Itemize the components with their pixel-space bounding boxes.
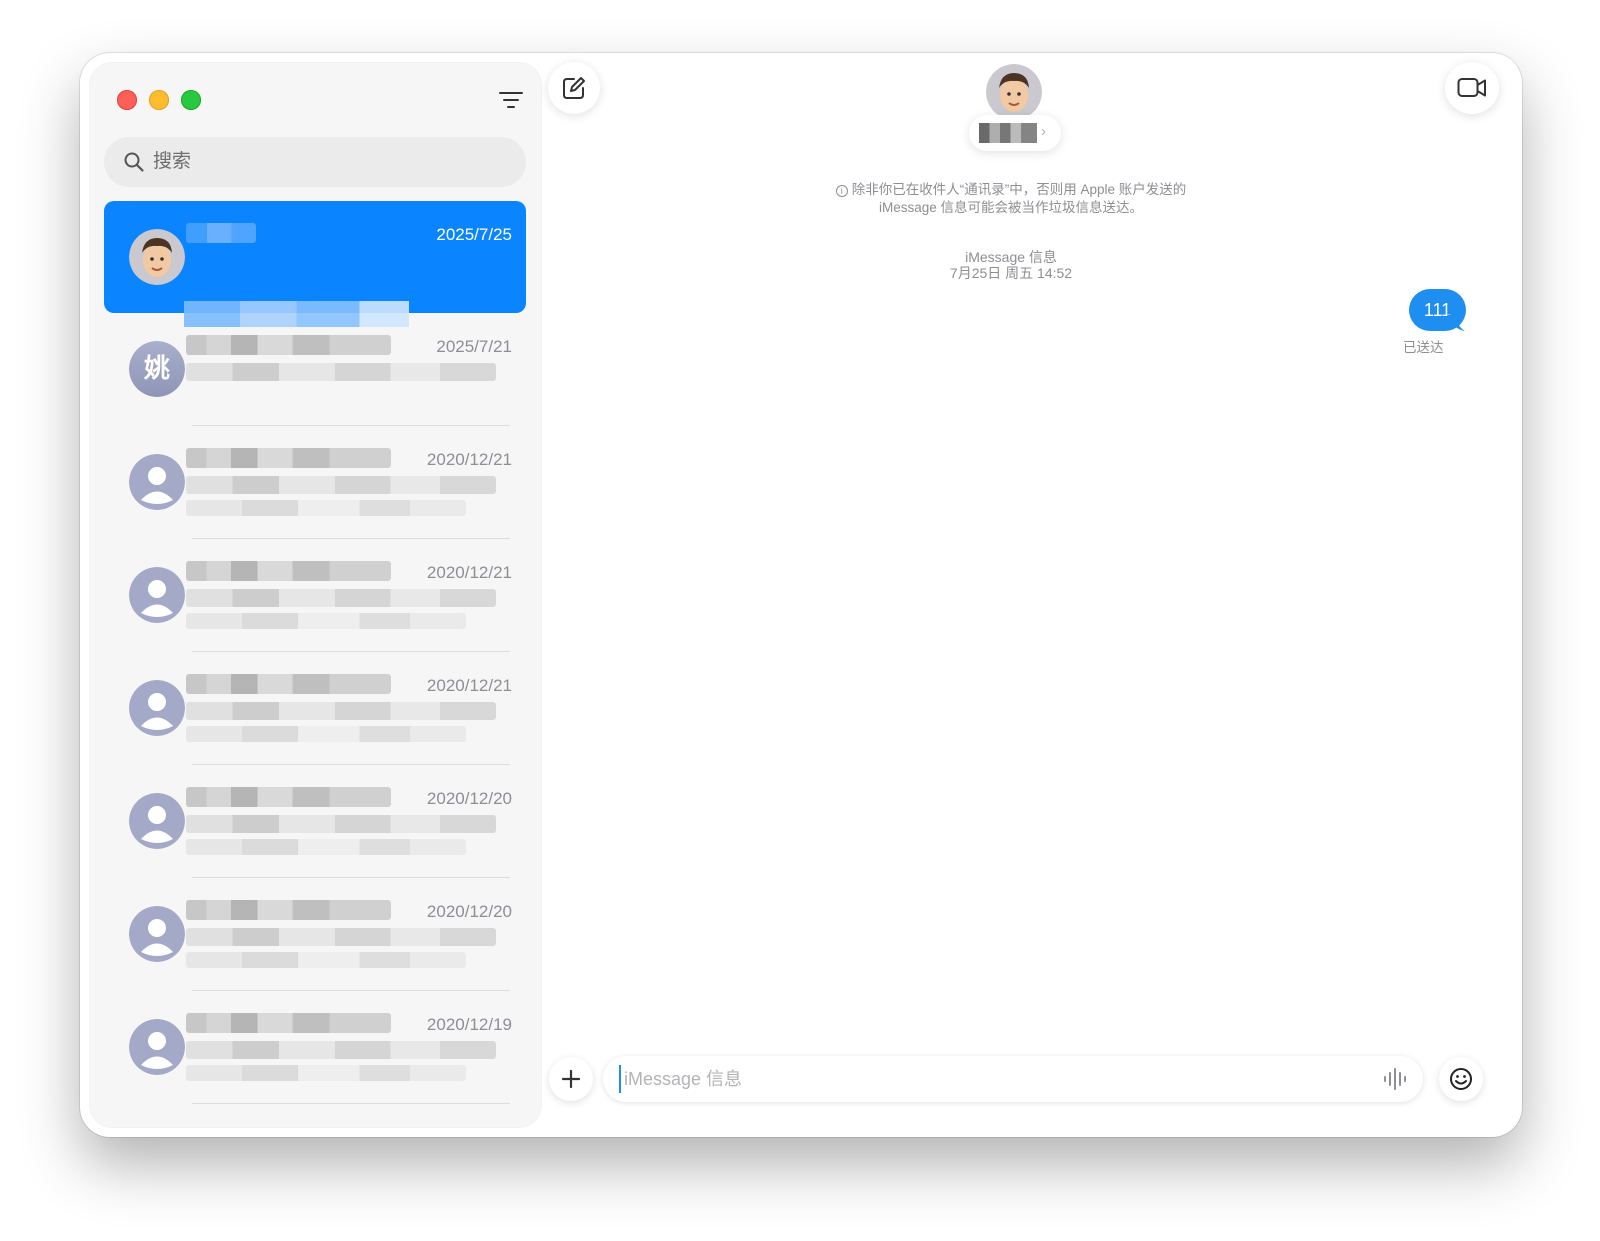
contact-name-redacted xyxy=(186,561,391,581)
sidebar: 2025/7/25 姚 2025/7/21 2020/12/21 xyxy=(90,63,541,1127)
chevron-right-icon: › xyxy=(1041,123,1046,140)
compose-button[interactable] xyxy=(548,62,600,114)
person-icon xyxy=(129,793,185,849)
message-preview-redacted xyxy=(186,1065,466,1081)
conversation-item[interactable]: 2025/7/25 xyxy=(104,201,526,327)
conversation-date: 2025/7/25 xyxy=(436,225,512,244)
search-icon xyxy=(123,151,145,173)
contact-name-redacted xyxy=(186,448,391,468)
contact-name-redacted xyxy=(979,123,1037,143)
search-input[interactable] xyxy=(153,148,503,176)
conversation-date: 2020/12/21 xyxy=(426,450,512,469)
conversation-item[interactable]: 2020/12/21 xyxy=(104,652,526,765)
notice-line-1: 除非你已在收件人“通讯录”中，否则用 Apple 账户发送的 xyxy=(851,182,1187,197)
contact-avatar[interactable] xyxy=(986,64,1042,120)
person-icon xyxy=(129,680,185,736)
conversation-date: 2020/12/21 xyxy=(426,676,512,695)
message-preview-redacted xyxy=(186,363,496,381)
divider xyxy=(192,1103,510,1104)
add-attachment-button[interactable] xyxy=(549,1057,593,1101)
contact-name-redacted xyxy=(186,1013,391,1033)
memoji-avatar xyxy=(129,229,185,285)
notice-line-2: iMessage 信息可能会被当作垃圾信息送达。 xyxy=(878,200,1144,215)
facetime-video-button[interactable] xyxy=(1445,62,1499,114)
conversation-date: 2025/7/21 xyxy=(436,337,512,356)
contact-name-redacted xyxy=(186,900,391,920)
message-input-field[interactable] xyxy=(603,1056,1423,1102)
message-preview-redacted xyxy=(186,952,466,968)
message-preview-redacted xyxy=(186,928,496,946)
search-field[interactable] xyxy=(104,137,526,187)
bubble-tail xyxy=(1447,315,1465,331)
message-preview-redacted xyxy=(186,613,466,629)
conversation-item[interactable]: 2020/12/20 xyxy=(104,878,526,991)
minimize-window-button[interactable] xyxy=(149,90,169,110)
message-preview-redacted xyxy=(186,1041,496,1059)
conversation-date: 2020/12/19 xyxy=(426,1015,512,1034)
emoji-button[interactable] xyxy=(1439,1057,1483,1101)
initial-avatar: 姚 xyxy=(129,341,185,397)
message-preview-redacted xyxy=(186,589,496,607)
avatar-initial: 姚 xyxy=(143,354,170,384)
message-preview-redacted xyxy=(186,702,496,720)
delivery-status: 已送达 xyxy=(1403,340,1444,355)
message-preview-redacted xyxy=(186,839,466,855)
contact-name-redacted xyxy=(186,223,256,243)
conversation-date: 2020/12/20 xyxy=(426,789,512,808)
maximize-window-button[interactable] xyxy=(181,90,201,110)
filter-icon[interactable] xyxy=(498,89,524,111)
contact-name-redacted xyxy=(186,674,391,694)
service-label: iMessage 信息 xyxy=(965,249,1057,265)
message-timestamp: 7月25日 周五 14:52 xyxy=(949,265,1073,281)
conversation-item[interactable]: 2020/12/21 xyxy=(104,426,526,539)
spam-notice: i 除非你已在收件人“通讯录”中，否则用 Apple 账户发送的 iMessage… xyxy=(761,181,1261,217)
chat-pane: › i 除非你已在收件人“通讯录”中，否则用 Apple 账户发送的 iMessa… xyxy=(541,53,1522,1137)
conversation-date: 2020/12/21 xyxy=(426,563,512,582)
person-icon xyxy=(129,1019,185,1075)
conversation-item[interactable]: 2020/12/21 xyxy=(104,539,526,652)
messages-window: 2025/7/25 姚 2025/7/21 2020/12/21 xyxy=(80,53,1522,1137)
conversation-list: 2025/7/25 姚 2025/7/21 2020/12/21 2020/12… xyxy=(104,201,526,1104)
message-preview-redacted xyxy=(186,500,466,516)
contact-name-button[interactable]: › xyxy=(969,115,1061,151)
message-input[interactable] xyxy=(619,1065,1359,1093)
conversation-item[interactable]: 2020/12/20 xyxy=(104,765,526,878)
message-preview-redacted xyxy=(186,476,496,494)
info-icon: i xyxy=(835,185,848,197)
person-icon xyxy=(129,567,185,623)
contact-name-redacted xyxy=(186,787,391,807)
conversation-item[interactable]: 姚 2025/7/21 xyxy=(104,313,526,426)
audio-waveform-icon[interactable] xyxy=(1381,1067,1409,1091)
close-window-button[interactable] xyxy=(117,90,137,110)
conversation-info: iMessage 信息 7月25日 周五 14:52 xyxy=(891,249,1131,281)
message-preview-redacted xyxy=(186,815,496,833)
message-preview-redacted xyxy=(186,726,466,742)
conversation-date: 2020/12/20 xyxy=(426,902,512,921)
conversation-item[interactable]: 2020/12/19 xyxy=(104,991,526,1104)
contact-name-redacted xyxy=(186,335,391,355)
person-icon xyxy=(129,906,185,962)
person-icon xyxy=(129,454,185,510)
